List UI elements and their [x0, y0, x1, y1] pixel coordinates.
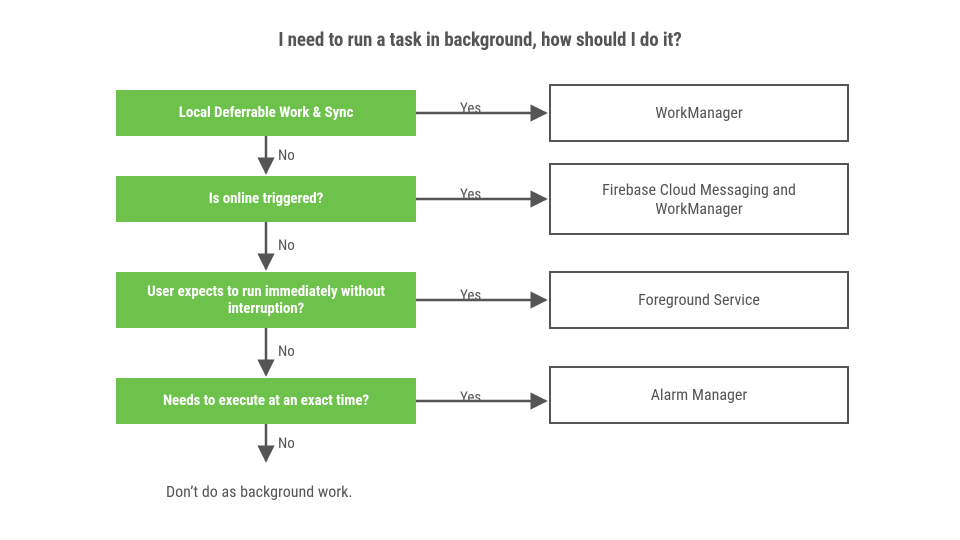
- result-box-2: Firebase Cloud Messaging and WorkManager: [549, 163, 849, 235]
- edge-label-no-1: No: [278, 146, 295, 164]
- arrows-layer: [0, 0, 960, 540]
- edge-label-yes-4: Yes: [460, 388, 481, 406]
- question-box-1: Local Deferrable Work & Sync: [116, 90, 416, 136]
- question-box-2: Is online triggered?: [116, 176, 416, 222]
- result-box-1: WorkManager: [549, 84, 849, 142]
- edge-label-no-2: No: [278, 236, 295, 254]
- flowchart: I need to run a task in background, how …: [0, 0, 960, 540]
- edge-label-yes-1: Yes: [460, 99, 481, 117]
- edge-label-no-3: No: [278, 342, 295, 360]
- question-box-3: User expects to run immediately without …: [116, 272, 416, 328]
- edge-label-yes-3: Yes: [460, 286, 481, 304]
- question-box-4: Needs to execute at an exact time?: [116, 378, 416, 424]
- edge-label-no-4: No: [278, 434, 295, 452]
- result-box-3: Foreground Service: [549, 271, 849, 329]
- edge-label-yes-2: Yes: [460, 185, 481, 203]
- footnote-text: Don’t do as background work.: [166, 482, 353, 501]
- result-box-4: Alarm Manager: [549, 366, 849, 424]
- diagram-title: I need to run a task in background, how …: [0, 28, 960, 51]
